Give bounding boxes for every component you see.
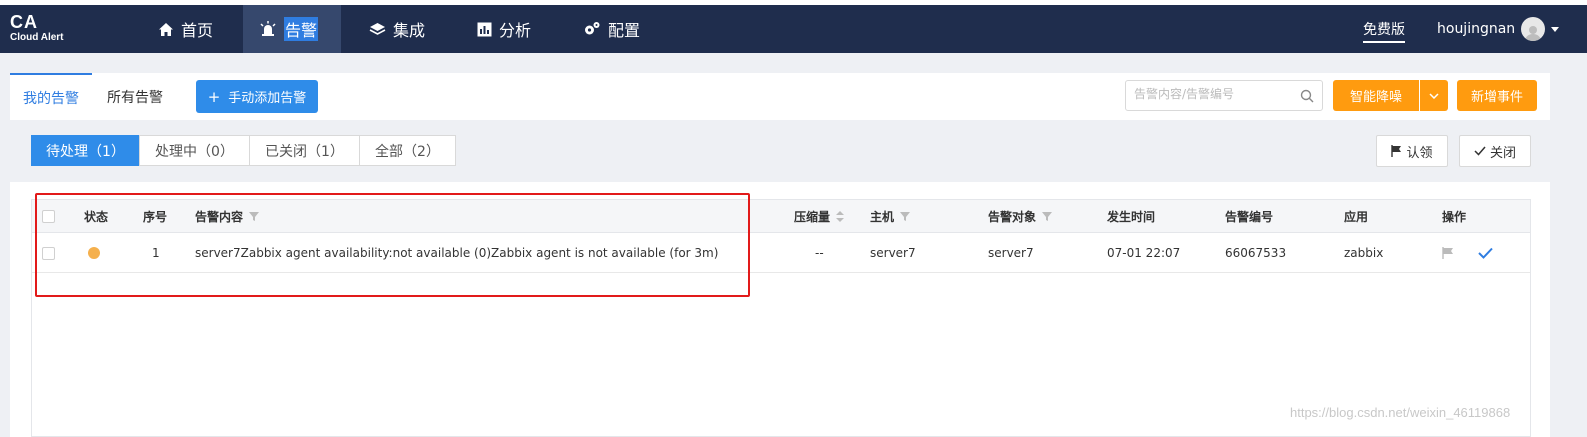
add-alert-button[interactable]: + 手动添加告警	[196, 80, 318, 113]
header-time: 发生时间	[1107, 210, 1156, 224]
nav-item-alerts[interactable]: 告警	[243, 5, 341, 53]
logo[interactable]: CA Cloud Alert	[10, 12, 64, 44]
alarm-icon	[260, 21, 276, 36]
cell-alert-id: 66067533	[1225, 246, 1287, 260]
status-filter-group: 待处理（1） 处理中（0） 已关闭（1） 全部（2）	[31, 135, 456, 166]
top-navbar: CA Cloud Alert 首页 告警 集成 分析 配置 免费版 houjin…	[0, 5, 1587, 53]
search-icon[interactable]	[1300, 89, 1314, 103]
plus-icon: +	[207, 87, 221, 106]
cell-time: 07-01 22:07	[1107, 246, 1181, 260]
row-close-action[interactable]	[1478, 233, 1493, 273]
chevron-down-icon	[1551, 26, 1560, 32]
filter-processing[interactable]: 处理中（0）	[139, 135, 250, 166]
tab-my-alerts[interactable]: 我的告警	[10, 73, 92, 120]
header-alert-id: 告警编号	[1225, 210, 1274, 224]
header-label: 主机	[870, 210, 895, 224]
nav-label: 分析	[499, 21, 532, 40]
nav-label: 配置	[608, 21, 641, 40]
close-button[interactable]: 关闭	[1459, 135, 1531, 167]
username: houjingnan	[1437, 21, 1516, 37]
smart-denoise-dropdown[interactable]	[1420, 80, 1448, 111]
avatar	[1521, 17, 1546, 41]
header-ops: 操作	[1442, 210, 1467, 224]
nav-label: 集成	[393, 21, 426, 40]
smart-denoise-button[interactable]: 智能降噪	[1333, 80, 1419, 111]
tab-all-alerts[interactable]: 所有告警	[107, 73, 163, 120]
user-menu[interactable]: houjingnan	[1437, 17, 1560, 41]
header-target[interactable]: 告警对象	[988, 200, 1053, 233]
home-icon	[159, 22, 173, 36]
new-incident-button[interactable]: 新增事件	[1457, 80, 1537, 111]
filter-icon[interactable]	[900, 212, 911, 221]
nav-label: 告警	[284, 17, 319, 41]
logo-title: CA	[10, 12, 38, 32]
edition-link[interactable]: 免费版	[1363, 19, 1405, 43]
header-label: 压缩量	[794, 210, 831, 224]
header-label: 告警对象	[988, 210, 1037, 224]
layers-icon	[369, 22, 386, 35]
claim-label: 认领	[1406, 145, 1433, 161]
chart-icon	[477, 22, 492, 36]
cell-host: server7	[870, 246, 916, 260]
claim-button[interactable]: 认领	[1376, 135, 1448, 167]
header-app: 应用	[1344, 210, 1369, 224]
user-icon	[1525, 26, 1542, 41]
sort-icon[interactable]	[836, 211, 845, 222]
row-claim-action[interactable]	[1442, 233, 1454, 273]
filter-icon[interactable]	[1042, 212, 1053, 221]
highlight-box	[35, 193, 750, 297]
add-alert-label: 手动添加告警	[228, 91, 307, 106]
filter-all[interactable]: 全部（2）	[359, 135, 456, 166]
nav-item-home[interactable]: 首页	[142, 5, 229, 53]
logo-subtitle: Cloud Alert	[10, 32, 64, 43]
nav-item-integrations[interactable]: 集成	[353, 5, 441, 53]
nav-label: 首页	[181, 21, 214, 40]
gear-icon	[585, 22, 600, 35]
header-host[interactable]: 主机	[870, 200, 911, 233]
check-icon[interactable]	[1478, 247, 1493, 259]
filter-closed[interactable]: 已关闭（1）	[249, 135, 360, 166]
filter-pending[interactable]: 待处理（1）	[31, 135, 140, 166]
watermark: https://blog.csdn.net/weixin_46119868	[1290, 405, 1511, 420]
nav-item-settings[interactable]: 配置	[567, 5, 656, 53]
check-icon	[1474, 146, 1486, 156]
flag-icon	[1391, 145, 1402, 157]
close-label: 关闭	[1489, 145, 1516, 161]
chevron-down-icon	[1429, 92, 1439, 99]
cell-compressed: --	[815, 246, 824, 260]
header-compressed[interactable]: 压缩量	[794, 200, 845, 233]
nav-item-analytics[interactable]: 分析	[461, 5, 547, 53]
search-input[interactable]	[1134, 87, 1294, 101]
flag-icon[interactable]	[1442, 247, 1454, 259]
cell-target: server7	[988, 246, 1034, 260]
search-box	[1125, 80, 1323, 111]
cell-app: zabbix	[1344, 246, 1384, 260]
